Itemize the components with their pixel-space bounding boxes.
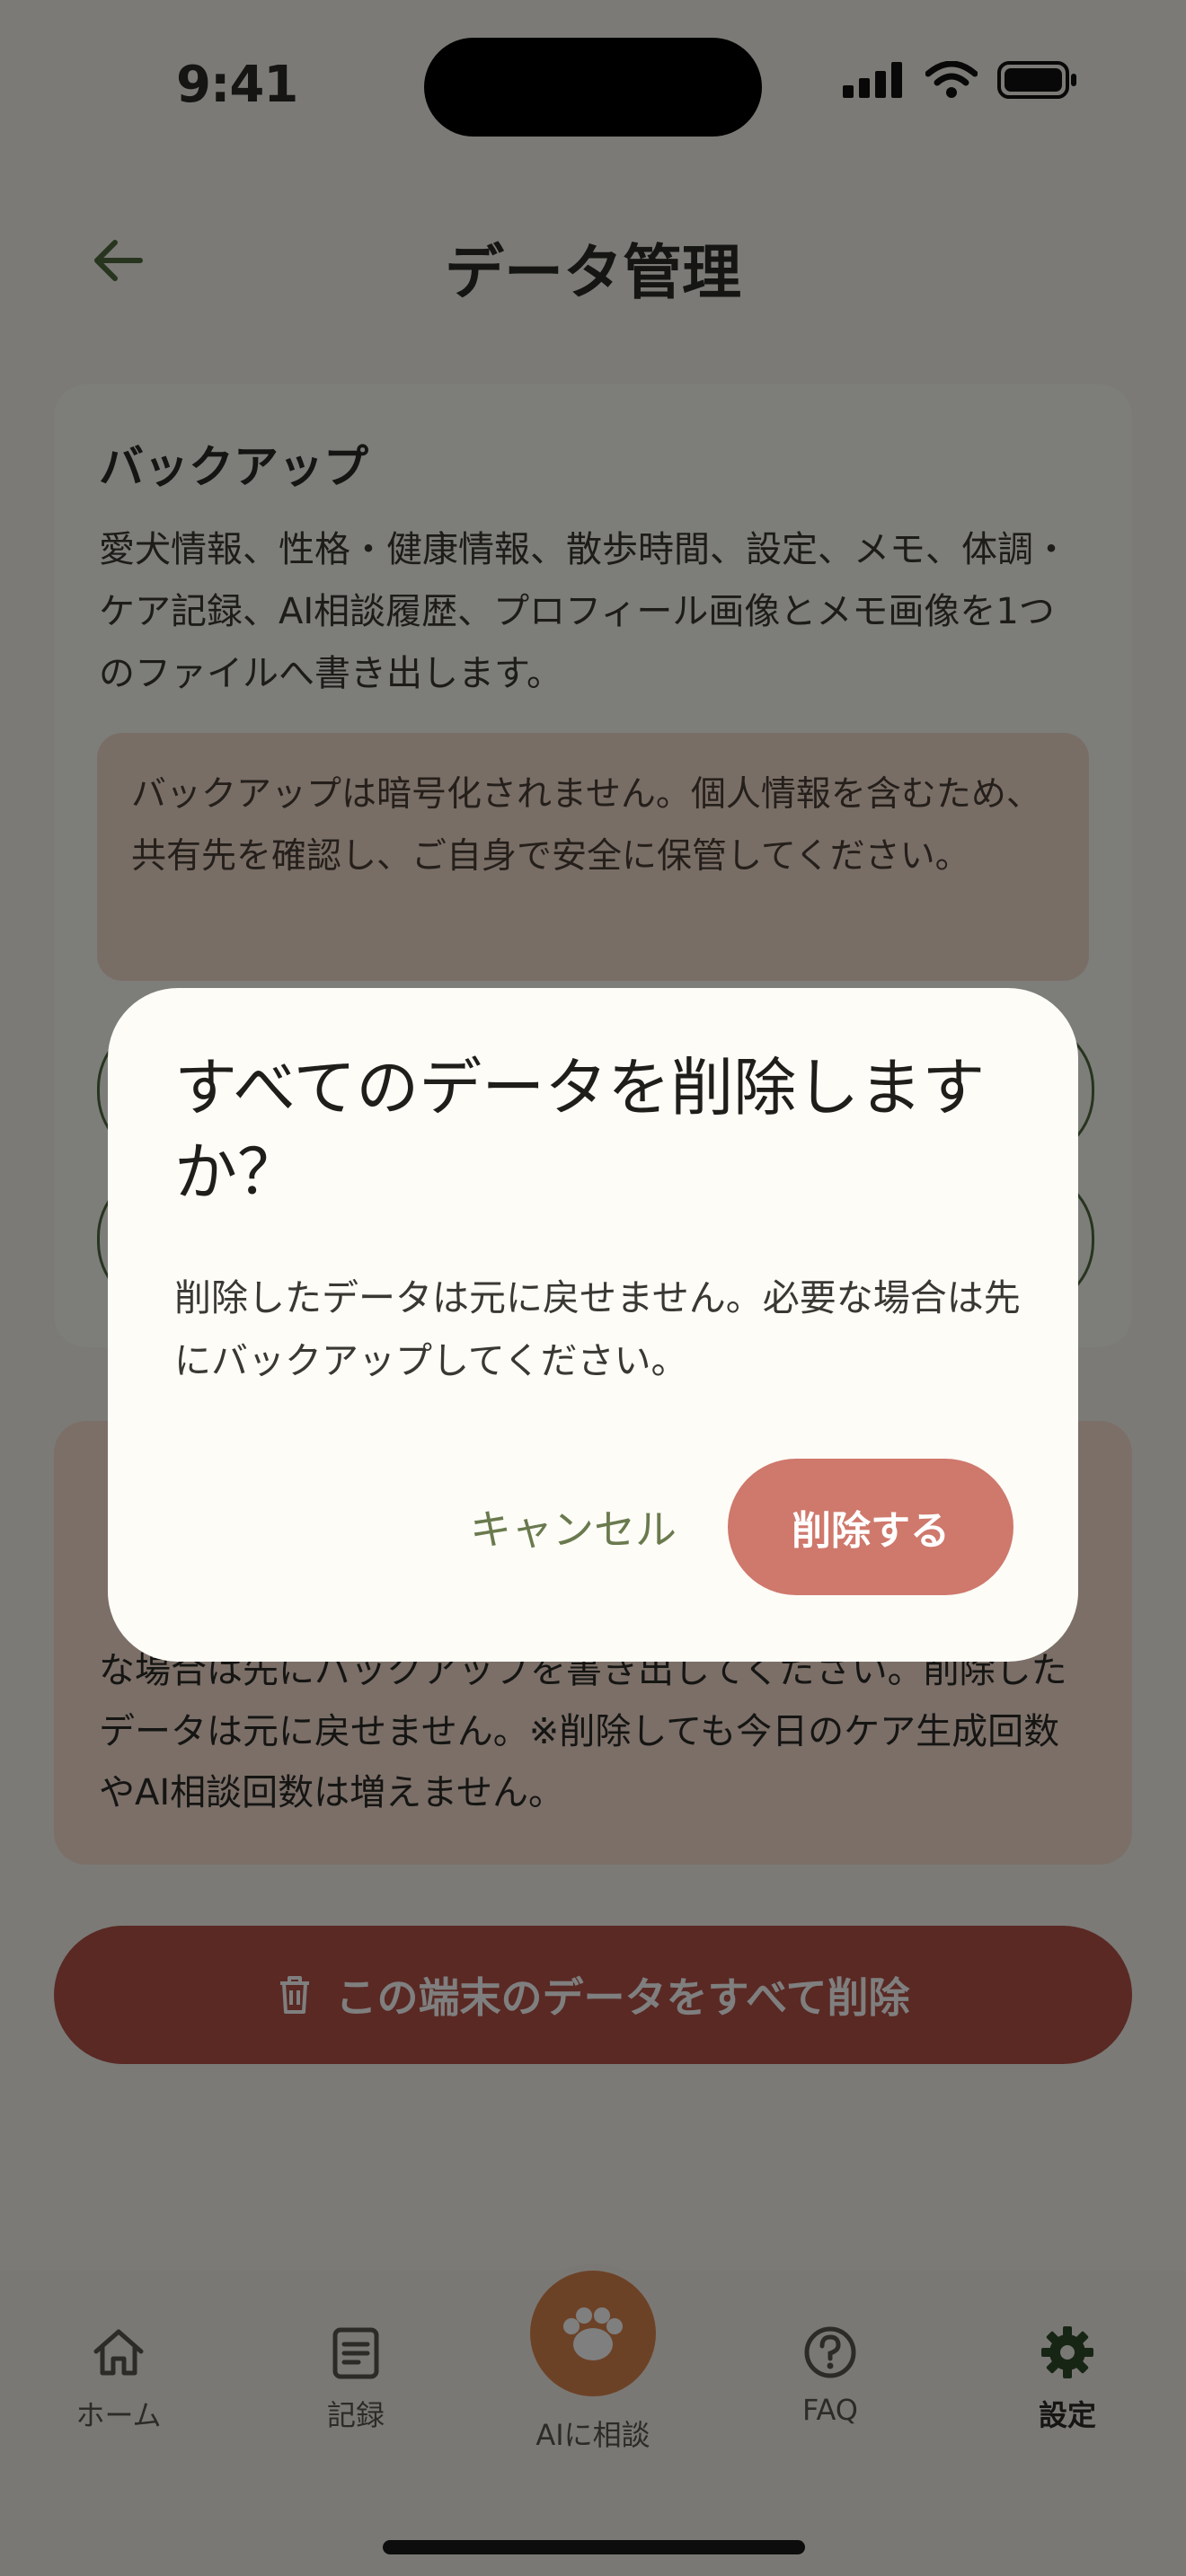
cancel-button[interactable]: キャンセル bbox=[449, 1459, 697, 1595]
dialog-title: すべてのデータを削除しますか？ bbox=[174, 1051, 986, 1209]
dialog-message: 削除したデータは元に戻せません。必要な場合は先にバックアップしてください。 bbox=[174, 1276, 1021, 1382]
confirm-delete-button[interactable]: 削除する bbox=[728, 1459, 1013, 1595]
